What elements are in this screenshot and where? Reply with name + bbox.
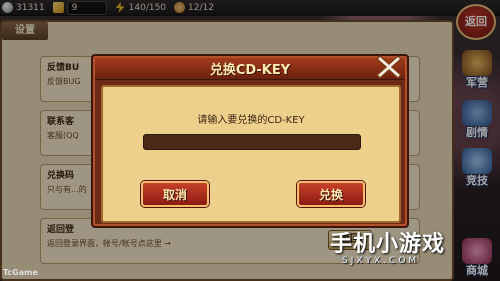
dialog-body: 请输入要兑换的CD-KEY 取消 兑换 [101, 85, 401, 223]
dialog-header: 兑换CD-KEY [95, 58, 405, 80]
site-url-watermark: SJXYX.COM [342, 256, 420, 266]
redeem-cdkey-dialog: 兑换CD-KEY 请输入要兑换的CD-KEY 取消 兑换 [91, 54, 409, 228]
close-icon[interactable] [374, 52, 404, 82]
publisher-logo: TcGame [3, 268, 38, 277]
dialog-title: 兑换CD-KEY [209, 63, 291, 78]
cancel-button[interactable]: 取消 [141, 181, 209, 207]
cdkey-prompt: 请输入要兑换的CD-KEY [197, 115, 305, 126]
site-watermark: 手机小游戏 [330, 232, 446, 257]
redeem-button[interactable]: 兑换 [297, 181, 365, 207]
cdkey-input[interactable] [143, 134, 361, 150]
